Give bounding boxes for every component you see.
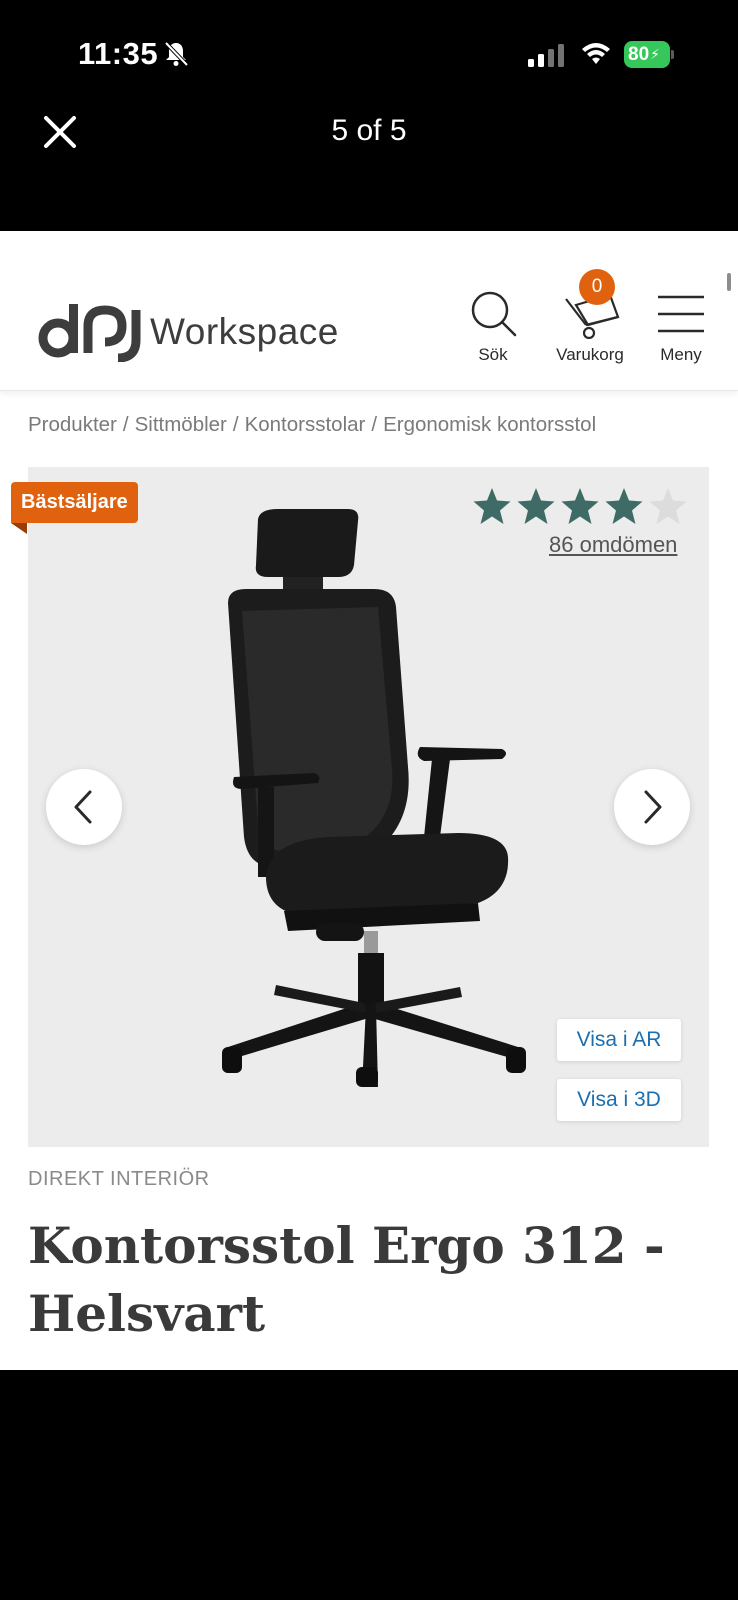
chevron-right-icon bbox=[644, 790, 662, 824]
star-icon bbox=[649, 488, 687, 524]
page-counter: 5 of 5 bbox=[331, 114, 407, 147]
menu-button[interactable]: Meny bbox=[650, 289, 712, 365]
badge-fold bbox=[11, 523, 27, 534]
cart-button[interactable]: 0 Varukorg bbox=[548, 269, 632, 365]
rating-stars bbox=[472, 486, 688, 526]
search-label: Sök bbox=[478, 345, 508, 364]
scroll-indicator[interactable] bbox=[727, 273, 731, 291]
product-title: Kontorsstol Ergo 312 - Helsvart bbox=[28, 1216, 665, 1343]
cart-label: Varukorg bbox=[556, 345, 624, 364]
breadcrumb: Produkter / Sittmöbler / Kontorsstolar / Ergon… bbox=[28, 413, 596, 437]
next-image-button[interactable] bbox=[614, 769, 690, 845]
star-icon bbox=[605, 488, 643, 524]
star-icon bbox=[517, 488, 555, 524]
breadcrumb-item-ergonomisk[interactable]: Ergonomisk kontorsstol bbox=[383, 413, 596, 436]
star-icon bbox=[473, 488, 511, 524]
breadcrumb-separator: / bbox=[371, 413, 378, 436]
logo-text[interactable]: Workspace bbox=[150, 311, 339, 353]
battery-indicator: 80 ⚡ bbox=[624, 41, 674, 68]
product-brand[interactable]: DIREKT INTERIÖR bbox=[28, 1168, 210, 1191]
breadcrumb-item-kontorsstolar[interactable]: Kontorsstolar bbox=[245, 413, 366, 436]
status-bar: 11:35 80 ⚡ bbox=[0, 0, 738, 100]
charging-icon: ⚡ bbox=[650, 46, 660, 62]
product-rating[interactable] bbox=[472, 486, 688, 526]
reviews-link[interactable]: 86 omdömen bbox=[549, 532, 677, 558]
cart-count-badge: 0 bbox=[579, 269, 615, 305]
dpj-logo-icon[interactable] bbox=[38, 302, 142, 362]
breadcrumb-item-sittmobler[interactable]: Sittmöbler bbox=[135, 413, 227, 436]
previous-image-button[interactable] bbox=[46, 769, 122, 845]
menu-label: Meny bbox=[660, 345, 702, 364]
view-in-ar-button[interactable]: Visa i AR bbox=[557, 1019, 681, 1061]
bell-off-icon bbox=[164, 41, 189, 67]
bestseller-badge: Bästsäljare bbox=[11, 482, 138, 523]
breadcrumb-item-produkter[interactable]: Produkter bbox=[28, 413, 117, 436]
office-chair-image bbox=[222, 509, 526, 1087]
battery-level: 80 bbox=[628, 43, 650, 65]
chevron-left-icon bbox=[74, 790, 92, 824]
star-icon bbox=[561, 488, 599, 524]
view-in-3d-button[interactable]: Visa i 3D bbox=[557, 1079, 681, 1121]
status-time: 11:35 bbox=[78, 36, 159, 71]
cellular-signal-icon bbox=[528, 44, 564, 67]
site-header: Workspace Sök 0 Varukorg Meny bbox=[0, 231, 738, 391]
search-button[interactable]: Sök bbox=[460, 289, 526, 365]
wifi-icon bbox=[582, 43, 610, 64]
breadcrumb-separator: / bbox=[122, 413, 129, 436]
search-icon bbox=[471, 291, 517, 337]
hamburger-menu-icon bbox=[658, 295, 704, 333]
breadcrumb-separator: / bbox=[232, 413, 239, 436]
